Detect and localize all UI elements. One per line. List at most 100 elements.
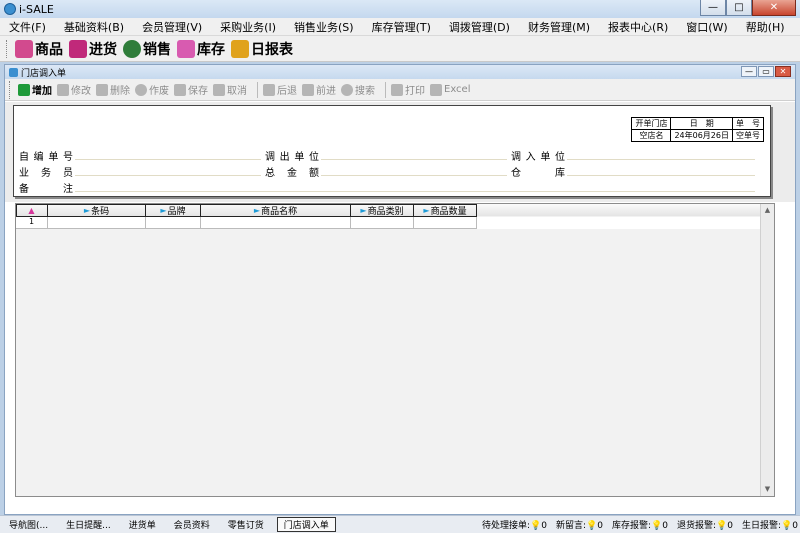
menu-member[interactable]: 会员管理(V) xyxy=(133,19,211,35)
tab-navigation[interactable]: 导航图(... xyxy=(0,518,57,531)
grid-header: ▲ ► 条码 ► 品牌 ► 商品名称 ► 商品类别 ► 商品数量 xyxy=(16,204,774,217)
print-icon xyxy=(391,83,403,96)
col-product-name[interactable]: ► 商品名称 xyxy=(201,204,351,217)
edit-icon xyxy=(57,83,69,96)
add-button[interactable]: 增加 xyxy=(18,82,52,97)
scroll-up-icon[interactable]: ▲ xyxy=(761,204,774,217)
forward-button[interactable]: 前进 xyxy=(302,82,336,97)
cell-brand[interactable] xyxy=(146,217,201,229)
excel-button[interactable]: Excel xyxy=(430,83,471,96)
edit-button[interactable]: 修改 xyxy=(57,82,91,97)
inventory-button[interactable]: 库存 xyxy=(177,39,225,59)
total-field[interactable] xyxy=(321,164,507,176)
bulb-icon: 💡 xyxy=(586,521,598,531)
col-brand[interactable]: ► 品牌 xyxy=(146,204,201,217)
in-unit-label: 调入单位 xyxy=(511,152,565,163)
tab-transfer-in[interactable]: 门店调入单 xyxy=(276,517,336,532)
daily-report-label: 日报表 xyxy=(251,41,293,58)
col-barcode-label: 条码 xyxy=(91,207,110,217)
menu-basic-data[interactable]: 基础资料(B) xyxy=(55,19,133,35)
child-minimize-button[interactable]: — xyxy=(741,66,757,77)
salesman-field[interactable] xyxy=(75,164,261,176)
inventory-label: 库存 xyxy=(197,41,225,58)
col-barcode[interactable]: ► 条码 xyxy=(48,204,146,217)
toolbar-separator xyxy=(385,81,386,98)
form-area: 开单门店 日 期 单 号 空店名 24年06月26日 空单号 自编单号 调出单位… xyxy=(5,102,795,202)
store-label: 开单门店 xyxy=(631,117,672,130)
cell-quantity[interactable] xyxy=(414,217,477,229)
daily-report-button[interactable]: 日报表 xyxy=(231,39,293,59)
back-button[interactable]: 后退 xyxy=(263,82,297,97)
stock-alarm-value: 0 xyxy=(662,521,668,531)
app-logo-icon xyxy=(4,3,16,15)
delete-button[interactable]: 删除 xyxy=(96,82,130,97)
cell-barcode[interactable] xyxy=(48,217,146,229)
toolbar-grip[interactable] xyxy=(6,39,9,58)
col-quantity[interactable]: ► 商品数量 xyxy=(414,204,477,217)
menu-finance[interactable]: 财务管理(M) xyxy=(519,19,599,35)
menu-purchase[interactable]: 采购业务(I) xyxy=(211,19,285,35)
menu-reports[interactable]: 报表中心(R) xyxy=(599,19,677,35)
tab-birthday-reminder[interactable]: 生日提醒... xyxy=(57,518,120,531)
tab-retail-order[interactable]: 零售订货 xyxy=(219,518,273,531)
purchase-label: 进货 xyxy=(89,41,117,58)
self-no-field[interactable] xyxy=(75,148,261,160)
forward-label: 前进 xyxy=(316,86,336,97)
return-alarm-value: 0 xyxy=(727,521,733,531)
tab-member-data[interactable]: 会员资料 xyxy=(165,518,219,531)
warehouse-field[interactable] xyxy=(567,164,755,176)
child-close-button[interactable]: ✕ xyxy=(775,66,791,77)
bulb-icon: 💡 xyxy=(651,521,663,531)
save-icon xyxy=(174,83,186,96)
app-title: i-SALE xyxy=(19,2,54,16)
toolbar-separator xyxy=(257,81,258,98)
new-messages-label: 新留言: xyxy=(556,521,587,531)
number-value: 空单号 xyxy=(732,129,764,142)
goods-label: 商品 xyxy=(35,41,63,58)
excel-label: Excel xyxy=(444,84,471,95)
store-value: 空店名 xyxy=(631,129,672,142)
row-marker-header[interactable]: ▲ xyxy=(16,204,48,217)
arrow-right-icon: ► xyxy=(360,206,367,215)
scroll-down-icon[interactable]: ▼ xyxy=(761,483,774,496)
vertical-scrollbar[interactable]: ▲ ▼ xyxy=(760,204,774,496)
col-category[interactable]: ► 商品类别 xyxy=(351,204,414,217)
add-label: 增加 xyxy=(32,86,52,97)
cell-product-name[interactable] xyxy=(201,217,351,229)
menu-sales[interactable]: 销售业务(S) xyxy=(285,19,363,35)
col-brand-label: 品牌 xyxy=(167,207,186,217)
title-bar: i-SALE — □ ✕ xyxy=(0,0,800,18)
document-icon xyxy=(9,67,18,77)
menu-window[interactable]: 窗口(W) xyxy=(677,19,736,35)
void-button[interactable]: 作废 xyxy=(135,82,169,97)
table-row[interactable]: 1 xyxy=(16,217,774,229)
menu-help[interactable]: 帮助(H) xyxy=(737,19,794,35)
minimize-button[interactable]: — xyxy=(700,0,726,16)
cell-category[interactable] xyxy=(351,217,414,229)
close-button[interactable]: ✕ xyxy=(752,0,796,16)
delete-icon xyxy=(96,83,108,96)
child-restore-button[interactable]: ▭ xyxy=(758,66,774,77)
in-unit-field[interactable] xyxy=(567,148,755,160)
save-button[interactable]: 保存 xyxy=(174,82,208,97)
cancel-button[interactable]: 取消 xyxy=(213,82,247,97)
menu-transfer[interactable]: 调拨管理(D) xyxy=(440,19,519,35)
remark-field[interactable] xyxy=(75,180,755,192)
menu-inventory[interactable]: 库存管理(T) xyxy=(363,19,440,35)
doc-toolbar-grip[interactable] xyxy=(9,80,12,99)
stock-alarm-label: 库存报警: xyxy=(612,521,652,531)
date-label: 日 期 xyxy=(670,117,733,130)
menu-bar: 文件(F) 基础资料(B) 会员管理(V) 采购业务(I) 销售业务(S) 库存… xyxy=(0,18,800,36)
print-button[interactable]: 打印 xyxy=(391,82,425,97)
search-button[interactable]: 搜索 xyxy=(341,82,375,97)
return-alarm-label: 退货报警: xyxy=(677,521,717,531)
sales-button[interactable]: 销售 xyxy=(123,39,171,59)
purchase-button[interactable]: 进货 xyxy=(69,39,117,59)
out-unit-field[interactable] xyxy=(321,148,507,160)
goods-button[interactable]: 商品 xyxy=(15,39,63,59)
remark-label: 备注 xyxy=(19,184,73,195)
stock-alarm-status: 库存报警:💡0 xyxy=(612,518,668,531)
menu-file[interactable]: 文件(F) xyxy=(0,19,55,35)
maximize-button[interactable]: □ xyxy=(726,0,752,16)
tab-purchase-order[interactable]: 进货单 xyxy=(120,518,165,531)
